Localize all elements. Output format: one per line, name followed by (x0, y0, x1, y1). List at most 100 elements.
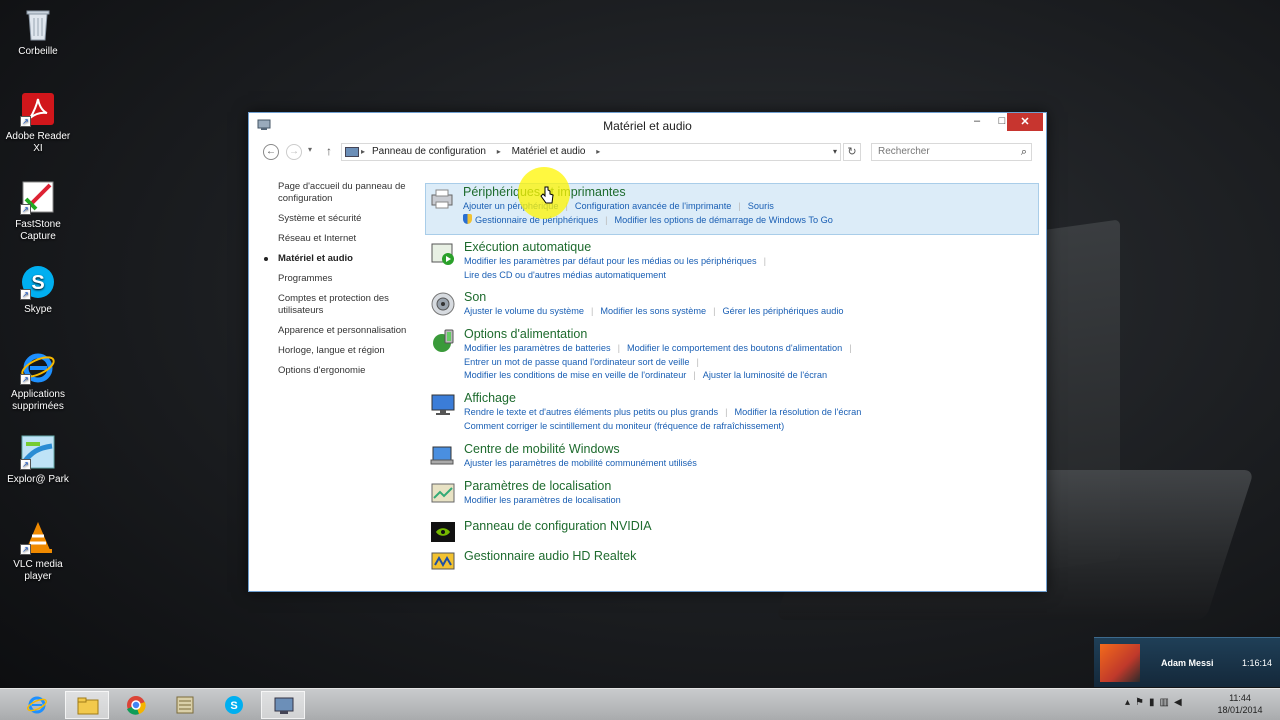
desktop-icon-label: VLC media player (13, 559, 63, 582)
desktop-icon-label: Adobe Reader XI (5, 131, 71, 154)
category-localisation[interactable]: Paramètres de localisation Modifier les … (427, 478, 1035, 517)
address-dropdown-chevron-icon[interactable]: ▾ (833, 144, 837, 160)
link-config-imprimante[interactable]: Configuration avancée de l'imprimante (575, 200, 732, 214)
battery-icon[interactable]: ▮ (1149, 697, 1160, 708)
category-options-alimentation[interactable]: Options d'alimentation Modifier les para… (427, 326, 1035, 390)
link-lire-cd[interactable]: Lire des CD ou d'autres médias automatiq… (464, 269, 666, 283)
desktop-icon-recycle-bin[interactable]: Corbeille (1, 6, 75, 58)
category-centre-mobilite[interactable]: Centre de mobilité Windows Ajuster les p… (427, 441, 1035, 478)
shortcut-arrow-icon: ↗ (20, 459, 31, 470)
realtek-icon (431, 552, 455, 570)
link-parametres-batteries[interactable]: Modifier les paramètres de batteries (464, 342, 611, 356)
category-title[interactable]: Options d'alimentation (464, 326, 1035, 342)
nav-item-apparence[interactable]: Apparence et personnalisation (278, 325, 418, 337)
volume-icon[interactable]: ◀ (1174, 697, 1187, 708)
nav-item-horloge[interactable]: Horloge, langue et région (278, 345, 418, 357)
link-windows-to-go[interactable]: Modifier les options de démarrage de Win… (614, 214, 832, 228)
link-separator: | (591, 306, 594, 316)
link-taille-texte[interactable]: Rendre le texte et d'autres éléments plu… (464, 406, 718, 420)
link-peripheriques-audio[interactable]: Gérer les périphériques audio (722, 305, 843, 319)
category-son[interactable]: Son Ajuster le volume du système | Modifie… (427, 289, 1035, 326)
chevron-up-icon[interactable]: ▴ (1125, 697, 1135, 708)
nav-item-reseau-internet[interactable]: Réseau et Internet (278, 233, 418, 245)
back-button[interactable]: ← (263, 144, 279, 160)
link-conditions-veille[interactable]: Modifier les conditions de mise en veill… (464, 369, 686, 383)
category-title[interactable]: Centre de mobilité Windows (464, 441, 1035, 457)
desktop-icon-adobe-reader[interactable]: ↗ Adobe Reader XI (1, 91, 75, 155)
nav-item-programmes[interactable]: Programmes (278, 273, 418, 285)
address-bar[interactable]: ▸ Panneau de configuration ▸ Matériel et… (341, 143, 841, 161)
svg-text:S: S (31, 272, 44, 294)
flag-icon[interactable]: ⚑ (1135, 697, 1149, 708)
breadcrumb-panneau[interactable]: Panneau de configuration (372, 144, 486, 160)
chrome-icon (127, 696, 146, 715)
link-luminosite[interactable]: Ajuster la luminosité de l'écran (703, 369, 827, 383)
taskbar-file-explorer-button[interactable] (65, 691, 109, 719)
skype-icon: S ↗ (20, 264, 56, 300)
breadcrumb-materiel[interactable]: Matériel et audio (512, 144, 586, 160)
category-title[interactable]: Affichage (464, 390, 1035, 406)
desktop-icon-vlc[interactable]: ↗ VLC media player (1, 519, 75, 583)
up-arrow-icon[interactable]: ↑ (326, 144, 332, 158)
nvidia-icon (431, 522, 455, 542)
chevron-right-icon[interactable]: ▸ (596, 144, 600, 160)
taskbar-clock[interactable]: 11:44 18/01/2014 (1208, 692, 1272, 716)
nav-item-ergonomie[interactable]: Options d'ergonomie (278, 365, 418, 377)
category-title[interactable]: Exécution automatique (464, 239, 1035, 255)
taskbar-archive-button[interactable] (163, 691, 207, 719)
nav-item-comptes[interactable]: Comptes et protection des utilisateurs (278, 293, 418, 317)
control-panel-window: Matériel et audio – □ ✕ ← → ▾ ↑ ▸ Pannea… (248, 112, 1047, 592)
window-title: Matériel et audio (603, 119, 692, 133)
toast-contact-name: Adam Messi (1161, 658, 1214, 668)
desktop-icon-faststone[interactable]: ↗ FastStone Capture (1, 179, 75, 243)
category-title[interactable]: Panneau de configuration NVIDIA (464, 517, 1035, 534)
taskbar-chrome-button[interactable] (114, 691, 158, 719)
category-affichage[interactable]: Affichage Rendre le texte et d'autres él… (427, 390, 1035, 441)
desktop-icon-label: Corbeille (18, 46, 58, 57)
link-scintillement[interactable]: Comment corriger le scintillement du mon… (464, 420, 784, 434)
autoplay-icon (431, 243, 454, 265)
close-button[interactable]: ✕ (1007, 113, 1043, 131)
taskbar-skype-button[interactable]: S (212, 691, 256, 719)
desktop-icon-applications-supprimees[interactable]: ↗ Applications supprimées (1, 349, 75, 413)
link-separator: | (605, 214, 608, 225)
category-execution-automatique[interactable]: Exécution automatique Modifier les param… (427, 239, 1035, 289)
link-sons-systeme[interactable]: Modifier les sons système (600, 305, 706, 319)
notification-toast[interactable]: Adam Messi 1:16:14 (1094, 637, 1280, 687)
nav-item-systeme-securite[interactable]: Système et sécurité (278, 213, 418, 225)
taskbar-ie-button[interactable] (15, 691, 59, 719)
category-nvidia[interactable]: Panneau de configuration NVIDIA (427, 517, 1035, 547)
taskbar-control-panel-button[interactable] (261, 691, 305, 719)
search-input[interactable]: Rechercher ⌕ (871, 143, 1032, 161)
system-tray[interactable]: ▴⚑▮▥◀ (1125, 697, 1187, 708)
category-title[interactable]: Gestionnaire audio HD Realtek (464, 547, 1035, 564)
forward-button[interactable]: → (286, 144, 302, 160)
desktop-icon-skype[interactable]: S ↗ Skype (1, 264, 75, 316)
nav-item-materiel-audio[interactable]: Matériel et audio (264, 253, 418, 265)
link-parametres-mobilite[interactable]: Ajuster les paramètres de mobilité commu… (464, 457, 697, 471)
refresh-button[interactable]: ↻ (843, 143, 861, 161)
link-resolution-ecran[interactable]: Modifier la résolution de l'écran (734, 406, 861, 420)
link-parametres-localisation[interactable]: Modifier les paramètres de localisation (464, 494, 621, 508)
nav-item-home[interactable]: Page d'accueil du panneau de configurati… (278, 181, 418, 205)
link-boutons-alimentation[interactable]: Modifier le comportement des boutons d'a… (627, 342, 842, 356)
control-panel-icon (274, 697, 294, 714)
category-title[interactable]: Son (464, 289, 1035, 305)
category-title[interactable]: Paramètres de localisation (464, 478, 1035, 494)
shortcut-arrow-icon: ↗ (20, 289, 31, 300)
link-parametres-par-defaut[interactable]: Modifier les paramètres par défaut pour … (464, 255, 757, 269)
uac-shield-icon (463, 213, 472, 224)
desktop-icon-label: Skype (24, 304, 52, 315)
chevron-right-icon[interactable]: ▸ (497, 144, 501, 160)
network-icon[interactable]: ▥ (1160, 697, 1174, 708)
minimize-button[interactable]: – (964, 115, 990, 133)
recent-locations-chevron-icon[interactable]: ▾ (308, 145, 312, 154)
link-ajuster-volume[interactable]: Ajuster le volume du système (464, 305, 584, 319)
link-souris[interactable]: Souris (748, 200, 774, 214)
shortcut-arrow-icon: ↗ (20, 374, 31, 385)
category-realtek[interactable]: Gestionnaire audio HD Realtek (427, 547, 1035, 575)
printer-icon (431, 189, 453, 209)
desktop-icon-explor-park[interactable]: ↗ Explor@ Park (1, 434, 75, 486)
window-titlebar[interactable]: Matériel et audio – □ ✕ (249, 113, 1046, 139)
link-mot-de-passe-veille[interactable]: Entrer un mot de passe quand l'ordinateu… (464, 356, 689, 370)
